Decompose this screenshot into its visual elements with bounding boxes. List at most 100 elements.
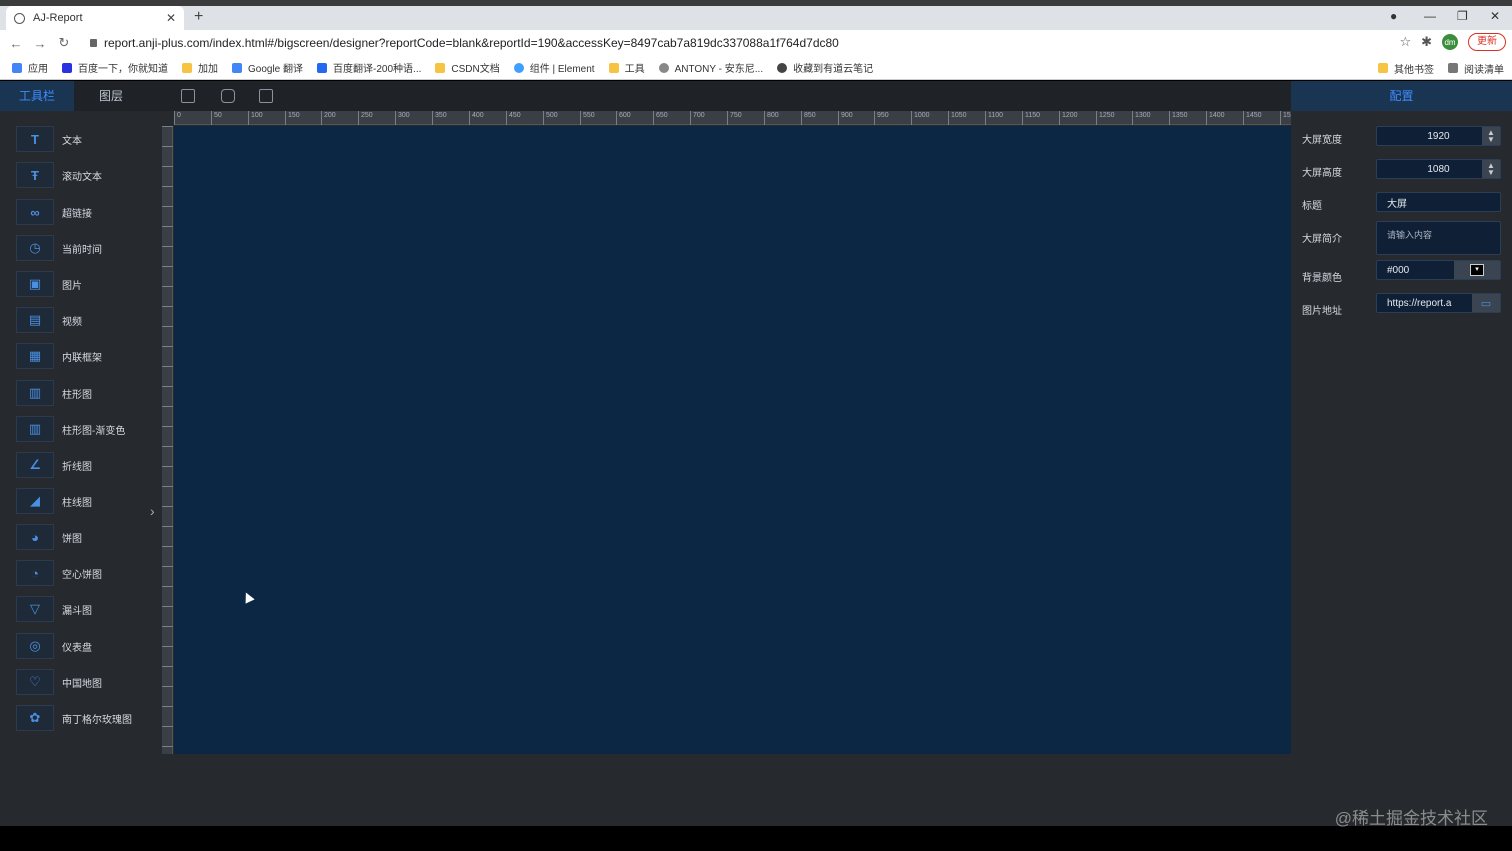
ruler-tick bbox=[162, 306, 173, 307]
iframe-icon: ▦ bbox=[16, 343, 54, 369]
component-item-time[interactable]: ◷ 当前时间 bbox=[16, 234, 156, 262]
ruler-tick-label: 0 bbox=[174, 111, 181, 125]
browser-tabbar: AJ-Report ✕ + ● — ❐ ✕ bbox=[0, 6, 1512, 30]
ruler-tick-label: 500 bbox=[543, 111, 558, 125]
ruler-tick bbox=[162, 446, 173, 447]
ruler-tick bbox=[162, 626, 173, 627]
tab-toolbar[interactable]: 工具栏 bbox=[0, 81, 74, 111]
forward-icon[interactable]: → bbox=[28, 36, 52, 51]
tab-layers[interactable]: 图层 bbox=[74, 81, 148, 111]
bookmark-item[interactable]: CSDN文档 bbox=[435, 60, 500, 75]
color-picker[interactable]: ▾ bbox=[1454, 261, 1500, 279]
ruler-tick bbox=[162, 266, 173, 267]
export-icon[interactable] bbox=[259, 89, 273, 103]
bookmark-item[interactable]: 收藏到有道云笔记 bbox=[777, 60, 873, 75]
reload-icon[interactable]: ↻ bbox=[52, 35, 76, 51]
window-close-icon[interactable]: ✕ bbox=[1490, 9, 1500, 23]
ruler-tick bbox=[162, 366, 173, 367]
component-item-donut[interactable]: ◔ 空心饼图 bbox=[16, 559, 156, 587]
address-bar: ← → ↻ report.anji-plus.com/index.html#/b… bbox=[0, 30, 1512, 56]
bookmark-item[interactable]: ANTONY - 安东尼... bbox=[658, 60, 763, 75]
ruler-tick-label: 550 bbox=[580, 111, 595, 125]
component-item-bar-chart[interactable]: ▥ 柱形图 bbox=[16, 379, 156, 407]
ruler-tick-label: 400 bbox=[469, 111, 484, 125]
new-tab-icon[interactable]: + bbox=[194, 8, 203, 26]
config-title[interactable]: 配置 bbox=[1291, 81, 1512, 111]
description-textarea[interactable]: 请输入内容 bbox=[1376, 221, 1501, 255]
designer-app: 工具栏 图层 配置 T 文本 Ŧ 滚动文本 ∞ 超链接 ◷ 当前时间 ▣ 图片 ▤ 视频 ▦… bbox=[0, 81, 1512, 826]
chevron-right-icon[interactable]: › bbox=[150, 503, 155, 519]
description-label: 大屏简介 bbox=[1302, 234, 1342, 245]
profile-menu-icon[interactable]: ● bbox=[1390, 9, 1397, 23]
baidu-translate-icon bbox=[317, 62, 328, 73]
antony-icon bbox=[658, 62, 669, 73]
bookmark-item[interactable]: 加加 bbox=[182, 60, 218, 75]
bookmark-item[interactable]: 百度一下，你就知道 bbox=[62, 60, 168, 75]
component-item-funnel[interactable]: ▽ 漏斗图 bbox=[16, 595, 156, 623]
ruler-tick-label: 1350 bbox=[1169, 111, 1188, 125]
ruler-tick-label: 250 bbox=[358, 111, 373, 125]
bookmark-item[interactable]: 工具 bbox=[608, 60, 645, 75]
bg-color-field[interactable]: #000 ▾ bbox=[1376, 260, 1501, 280]
component-item-text[interactable]: T 文本 bbox=[16, 125, 156, 153]
width-stepper[interactable]: 1920 ▲ ▼ bbox=[1376, 126, 1501, 146]
save-icon[interactable] bbox=[181, 89, 195, 103]
height-stepper[interactable]: 1080 ▲ ▼ bbox=[1376, 159, 1501, 179]
title-field[interactable]: 大屏 bbox=[1376, 192, 1501, 212]
bookmark-item[interactable]: 百度翻译-200种语... bbox=[317, 60, 421, 75]
extensions-icon[interactable]: ✱ bbox=[1421, 34, 1432, 50]
component-item-pie[interactable]: ◕ 饼图 bbox=[16, 523, 156, 551]
preview-icon[interactable] bbox=[221, 89, 235, 103]
stepper-arrows-icon[interactable]: ▲ ▼ bbox=[1482, 127, 1500, 145]
bookmark-item[interactable]: 组件 | Element bbox=[513, 60, 595, 75]
tab-title: AJ-Report bbox=[33, 12, 83, 24]
component-item-gradient-bar[interactable]: ▥ 柱形图-渐变色 bbox=[16, 415, 156, 443]
ruler-tick-label: 15 bbox=[1280, 111, 1291, 125]
ruler-tick bbox=[162, 206, 173, 207]
component-item-marquee[interactable]: Ŧ 滚动文本 bbox=[16, 161, 156, 189]
line-chart-icon: ∠ bbox=[16, 452, 54, 478]
avatar[interactable]: dm bbox=[1442, 34, 1458, 50]
bookmark-item[interactable]: 阅读清单 bbox=[1448, 61, 1504, 76]
globe-icon bbox=[14, 12, 25, 24]
ruler-tick bbox=[162, 226, 173, 227]
bar-chart-icon: ▥ bbox=[16, 416, 54, 442]
component-item-video[interactable]: ▤ 视频 bbox=[16, 306, 156, 334]
bookmark-item[interactable]: Google 翻译 bbox=[232, 60, 303, 75]
bookmark-item[interactable]: 应用 bbox=[12, 60, 48, 75]
update-button[interactable]: 更新 bbox=[1468, 33, 1506, 51]
component-item-link[interactable]: ∞ 超链接 bbox=[16, 198, 156, 226]
folder-icon bbox=[435, 62, 446, 73]
component-item-bar-line[interactable]: ◢ 柱线图 bbox=[16, 487, 156, 515]
browser-tab[interactable]: AJ-Report ✕ bbox=[6, 6, 184, 30]
map-icon: ♡ bbox=[16, 669, 54, 695]
component-item-gauge[interactable]: ◎ 仪表盘 bbox=[16, 632, 156, 660]
bar-chart-icon: ▥ bbox=[16, 380, 54, 406]
apps-icon bbox=[12, 62, 22, 73]
stepper-arrows-icon[interactable]: ▲ ▼ bbox=[1482, 160, 1500, 178]
component-item-image[interactable]: ▣ 图片 bbox=[16, 270, 156, 298]
url-input[interactable]: report.anji-plus.com/index.html#/bigscre… bbox=[88, 33, 1408, 53]
restore-icon[interactable]: ❐ bbox=[1457, 9, 1468, 23]
image-url-field[interactable]: https://report.a ▭ bbox=[1376, 293, 1501, 313]
ruler-tick-label: 150 bbox=[285, 111, 300, 125]
ruler-tick-label: 100 bbox=[248, 111, 263, 125]
bookmark-star-icon[interactable]: ☆ bbox=[1399, 34, 1411, 50]
title-label: 标题 bbox=[1302, 201, 1322, 212]
design-canvas[interactable] bbox=[174, 126, 1291, 754]
component-item-china-map[interactable]: ♡ 中国地图 bbox=[16, 668, 156, 696]
folder-open-icon[interactable]: ▭ bbox=[1472, 294, 1500, 312]
close-icon[interactable]: ✕ bbox=[166, 11, 176, 25]
funnel-icon: ▽ bbox=[16, 596, 54, 622]
ruler-tick-label: 50 bbox=[211, 111, 222, 125]
ruler-tick-label: 350 bbox=[432, 111, 447, 125]
component-item-line-chart[interactable]: ∠ 折线图 bbox=[16, 451, 156, 479]
ruler-tick bbox=[162, 506, 173, 507]
component-item-rose[interactable]: ✿ 南丁格尔玫瑰图 bbox=[16, 704, 156, 732]
back-icon[interactable]: ← bbox=[4, 36, 28, 51]
ruler-tick-label: 300 bbox=[395, 111, 410, 125]
bookmark-item[interactable]: 其他书签 bbox=[1378, 61, 1434, 76]
minimize-icon[interactable]: — bbox=[1424, 9, 1436, 23]
donut-chart-icon: ◔ bbox=[16, 560, 54, 586]
component-item-iframe[interactable]: ▦ 内联框架 bbox=[16, 342, 156, 370]
